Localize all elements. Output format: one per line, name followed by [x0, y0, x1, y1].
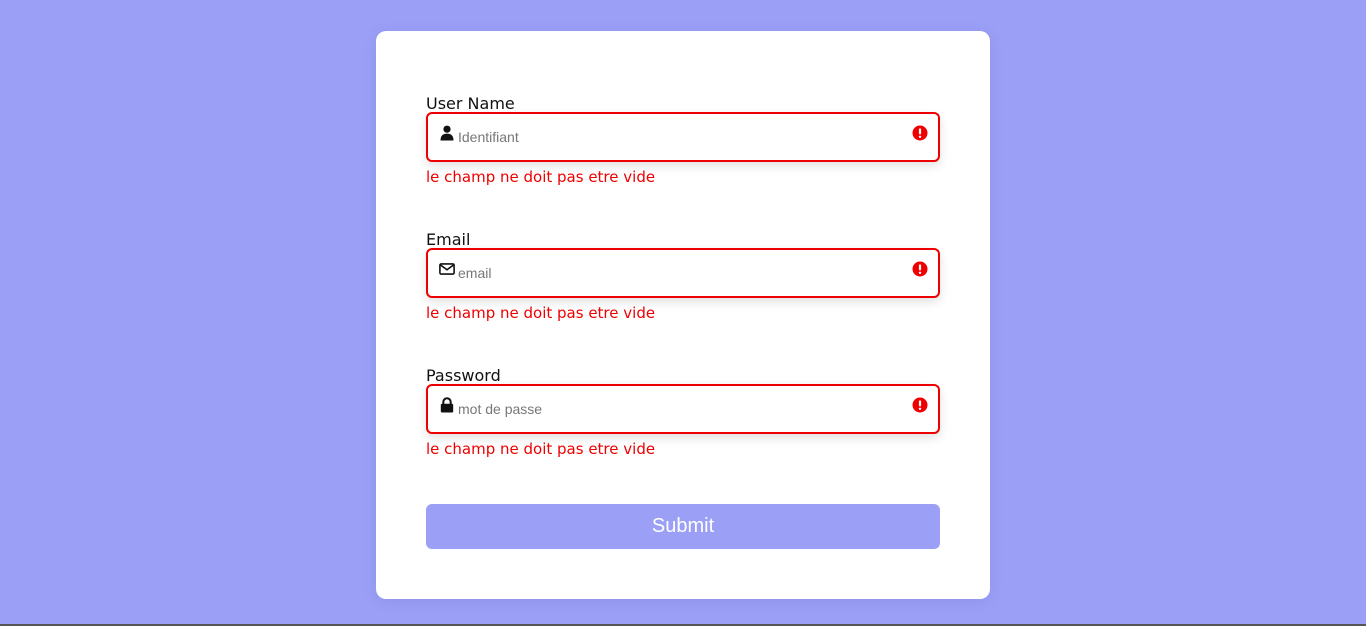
lock-icon — [439, 397, 455, 413]
email-label: Email — [426, 230, 471, 249]
envelope-icon — [439, 261, 455, 277]
password-label: Password — [426, 366, 501, 385]
username-input[interactable] — [458, 126, 898, 148]
email-input[interactable] — [458, 262, 898, 284]
error-icon — [912, 125, 928, 141]
user-icon — [439, 125, 455, 141]
error-icon — [912, 261, 928, 277]
error-icon — [912, 397, 928, 413]
username-error-message: le champ ne doit pas etre vide — [426, 168, 656, 186]
submit-button[interactable]: Submit — [426, 504, 940, 549]
password-input-box[interactable] — [426, 384, 940, 434]
password-input[interactable] — [458, 398, 898, 420]
email-error-message: le champ ne doit pas etre vide — [426, 304, 656, 322]
username-input-box[interactable] — [426, 112, 940, 162]
email-input-box[interactable] — [426, 248, 940, 298]
username-label: User Name — [426, 94, 515, 113]
password-error-message: le champ ne doit pas etre vide — [426, 440, 656, 458]
signup-form-card: User Name le champ ne doit pas etre vide… — [376, 31, 990, 599]
